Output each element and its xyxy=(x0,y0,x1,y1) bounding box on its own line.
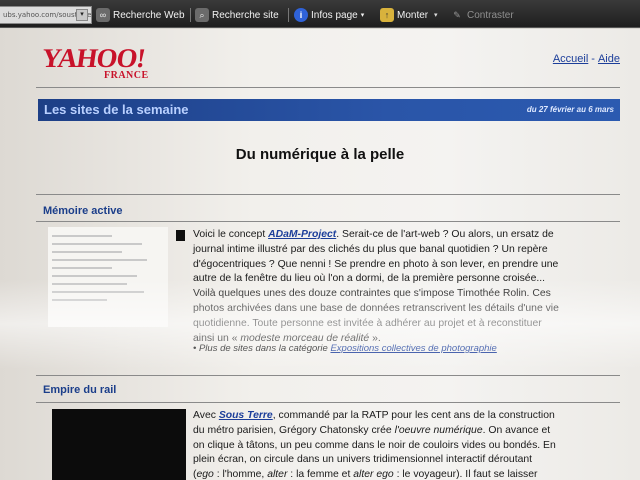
italic-text: ego xyxy=(196,469,214,480)
web-search-button[interactable]: ∞ Recherche Web xyxy=(96,7,185,23)
paragraph-line: journal intime illustré par des clichés … xyxy=(193,243,559,258)
paragraph-line: Voici le concept ADaM-Project. Serait-ce… xyxy=(193,228,559,243)
divider xyxy=(36,402,620,403)
category-link[interactable]: Expositions collectives de photographie xyxy=(330,343,496,354)
section-title: Mémoire active xyxy=(43,205,123,217)
section-paragraph: Avec Sous Terre, commandé par la RATP po… xyxy=(193,409,556,480)
divider xyxy=(36,221,620,222)
section-title: Empire du rail xyxy=(43,384,117,396)
paragraph-line: du métro parisien, Grégory Chatonsky cré… xyxy=(193,424,556,439)
paragraph-text: journal intime illustré par des clichés … xyxy=(193,243,548,255)
paragraph-text: photos archivées dans une base de donnée… xyxy=(193,302,559,314)
banner-title: Les sites de la semaine xyxy=(44,102,189,117)
page-info-button[interactable]: i Infos page ▾ xyxy=(294,7,364,23)
binoculars-icon: ∞ xyxy=(96,8,110,22)
paragraph-text: d'égocentriques ? Que nenni ! Se prendre… xyxy=(193,258,559,270)
banner-date: du 27 février au 6 mars xyxy=(526,105,614,114)
paragraph-line: Avec Sous Terre, commandé par la RATP po… xyxy=(193,409,556,424)
italic-text: l'oeuvre numérique xyxy=(394,424,483,436)
site-search-button[interactable]: ⌕ Recherche site xyxy=(195,7,279,23)
contrast-label: Contraster xyxy=(467,9,514,21)
up-label: Monter xyxy=(397,9,429,21)
paragraph-text: du métro parisien, Grégory Chatonsky cré… xyxy=(193,424,395,436)
paragraph-line: (ego : l'homme, alter : la femme et alte… xyxy=(193,468,556,480)
paragraph-line: quotidienne. Toute personne est invitée … xyxy=(193,317,559,332)
paragraph-text: autre de la fenêtre du lieu où l'on a do… xyxy=(193,273,546,285)
divider xyxy=(36,375,620,376)
paragraph-line: plein écran, on circule dans un univers … xyxy=(193,453,556,468)
divider xyxy=(36,87,620,88)
paragraph-text: . On avance et xyxy=(482,424,551,436)
paragraph-text: ainsi un « xyxy=(193,332,241,344)
magnifier-icon: ⌕ xyxy=(195,8,209,22)
adam-project-thumbnail[interactable] xyxy=(48,227,168,327)
contrast-button: ✎ Contraster xyxy=(450,7,514,23)
more-sites-prefix: • Plus de sites dans la catégorie xyxy=(193,343,331,354)
address-dropdown-icon[interactable]: ▾ xyxy=(76,9,88,21)
site-link[interactable]: Sous Terre xyxy=(219,410,273,421)
pen-icon: ✎ xyxy=(453,10,461,20)
italic-text: modeste morceau de réalité xyxy=(240,332,370,344)
paragraph-text: Voici le concept xyxy=(193,229,269,240)
paragraph-text: Avec xyxy=(193,410,219,421)
home-link[interactable]: Accueil xyxy=(553,53,588,65)
yahoo-france-logo[interactable]: YAHOO! FRANCE xyxy=(40,43,182,83)
paragraph-text: , commandé par la RATP pour les cent ans… xyxy=(272,410,555,421)
paragraph-text: : la femme et xyxy=(287,469,354,480)
page-info-label: Infos page xyxy=(311,9,358,21)
sous-terre-thumbnail[interactable] xyxy=(52,409,186,480)
bullet-square-icon xyxy=(176,230,185,241)
info-icon: i xyxy=(294,8,308,22)
weekly-sites-banner: Les sites de la semaine du 27 février au… xyxy=(38,99,620,121)
top-links: Accueil - Aide xyxy=(553,53,620,65)
up-dropdown-icon[interactable]: ▾ xyxy=(434,7,438,23)
paragraph-text: : l'homme, xyxy=(213,469,268,480)
italic-text: alter xyxy=(267,469,288,480)
italic-text: alter ego xyxy=(353,469,394,480)
paragraph-text: on clique à tâtons, un peu comme dans le… xyxy=(193,439,556,451)
paragraph-text: quotidienne. Toute personne est invitée … xyxy=(193,317,542,329)
paragraph-text: plein écran, on circule dans un univers … xyxy=(193,454,533,466)
paragraph-text: : le voyageur). Il faut se laisser xyxy=(393,469,538,480)
folder-up-icon: ↑ xyxy=(380,8,394,22)
page-title: Du numérique à la pelle xyxy=(235,146,405,163)
site-link[interactable]: ADaM-Project xyxy=(268,229,336,240)
web-search-label: Recherche Web xyxy=(113,9,185,21)
paragraph-text: Voilà quelques unes des douze contrainte… xyxy=(193,288,551,300)
logo-sub-text: FRANCE xyxy=(104,70,149,81)
link-separator: - xyxy=(591,53,595,65)
paragraph-line: d'égocentriques ? Que nenni ! Se prendre… xyxy=(193,258,559,273)
browser-toolbar: ubs.yahoo.com/sousterre ▾ ∞ Recherche We… xyxy=(0,0,640,28)
paragraph-line: autre de la fenêtre du lieu où l'on a do… xyxy=(193,272,559,287)
up-button[interactable]: ↑ Monter xyxy=(380,7,428,23)
paragraph-line: photos archivées dans une base de donnée… xyxy=(193,302,559,317)
section-paragraph: Voici le concept ADaM-Project. Serait-ce… xyxy=(193,228,559,346)
site-search-label: Recherche site xyxy=(212,9,279,21)
more-sites-line: • Plus de sites dans la catégorie Exposi… xyxy=(193,343,497,354)
paragraph-text: ». xyxy=(369,332,381,344)
paragraph-line: on clique à tâtons, un peu comme dans le… xyxy=(193,439,556,454)
paragraph-text: . Serait-ce de l'art-web ? Ou alors, un … xyxy=(336,229,554,240)
divider xyxy=(36,194,620,195)
help-link[interactable]: Aide xyxy=(598,53,620,65)
page-info-dropdown-icon[interactable]: ▾ xyxy=(361,11,365,19)
page-content: YAHOO! FRANCE Accueil - Aide Les sites de … xyxy=(0,29,640,480)
paragraph-line: Voilà quelques unes des douze contrainte… xyxy=(193,287,559,302)
